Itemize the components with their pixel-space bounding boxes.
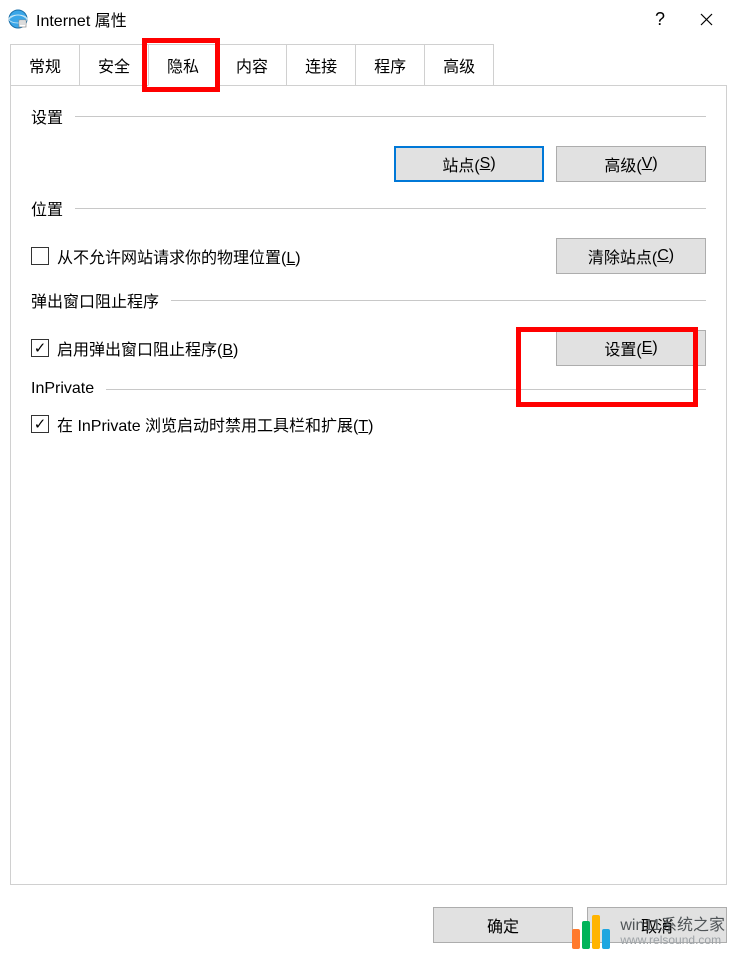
enable-popup-blocker-label: 启用弹出窗口阻止程序(B): [57, 336, 238, 360]
advanced-button[interactable]: 高级(V): [556, 146, 706, 182]
internet-options-icon: [8, 9, 28, 29]
enable-popup-blocker-row: 启用弹出窗口阻止程序(B): [31, 336, 238, 360]
popset-btn-prefix: 设置(: [604, 336, 641, 360]
divider: [75, 208, 706, 209]
clear-btn-suffix: ): [669, 247, 674, 265]
loc-label-mnemonic: L: [286, 250, 295, 267]
never-allow-location-label: 从不允许网站请求你的物理位置(L): [57, 244, 301, 268]
clear-sites-button[interactable]: 清除站点(C): [556, 238, 706, 274]
disable-toolbars-checkbox[interactable]: [31, 415, 49, 433]
location-title: 位置: [31, 196, 63, 220]
disable-toolbars-row: 在 InPrivate 浏览启动时禁用工具栏和扩展(T): [31, 412, 706, 436]
inp-label-mnemonic: T: [358, 418, 368, 435]
inp-label-prefix: 在 InPrivate 浏览启动时禁用工具栏和扩展(: [57, 418, 358, 435]
section-popup: 弹出窗口阻止程序 启用弹出窗口阻止程序(B) 设置(E): [31, 288, 706, 366]
clear-btn-prefix: 清除站点(: [588, 244, 657, 268]
divider: [75, 116, 706, 117]
titlebar: Internet 属性 ?: [0, 0, 737, 38]
popset-btn-mnemonic: E: [642, 339, 653, 357]
close-button[interactable]: [683, 4, 729, 34]
sites-btn-suffix: ): [490, 155, 495, 173]
settings-title: 设置: [31, 104, 63, 128]
section-header-popup: 弹出窗口阻止程序: [31, 288, 706, 312]
section-settings: 设置 站点(S) 高级(V): [31, 104, 706, 182]
tab-programs[interactable]: 程序: [355, 44, 425, 86]
adv-btn-suffix: ): [652, 155, 657, 173]
tab-strip: 常规 安全 隐私 内容 连接 程序 高级: [10, 44, 727, 86]
popup-title: 弹出窗口阻止程序: [31, 288, 159, 312]
divider: [106, 389, 706, 390]
adv-btn-mnemonic: V: [642, 155, 653, 173]
disable-toolbars-label: 在 InPrivate 浏览启动时禁用工具栏和扩展(T): [57, 412, 373, 436]
adv-btn-prefix: 高级(: [604, 152, 641, 176]
section-header-location: 位置: [31, 196, 706, 220]
close-icon: [700, 13, 713, 26]
inp-label-suffix: ): [368, 418, 373, 435]
window-title: Internet 属性: [36, 7, 637, 31]
inprivate-title: InPrivate: [31, 380, 94, 398]
watermark-logo-icon: [572, 915, 610, 949]
sites-btn-mnemonic: S: [480, 155, 491, 173]
popup-label-suffix: ): [233, 342, 238, 359]
settings-button-row: 站点(S) 高级(V): [31, 146, 706, 182]
tab-privacy[interactable]: 隐私: [148, 44, 218, 86]
section-location: 位置 从不允许网站请求你的物理位置(L) 清除站点(C): [31, 196, 706, 274]
popup-settings-button[interactable]: 设置(E): [556, 330, 706, 366]
section-header-inprivate: InPrivate: [31, 380, 706, 398]
tab-connections[interactable]: 连接: [286, 44, 356, 86]
popup-label-prefix: 启用弹出窗口阻止程序(: [57, 342, 222, 359]
clear-btn-mnemonic: C: [657, 247, 669, 265]
divider: [171, 300, 706, 301]
watermark-text: win11系统之家 www.relsound.com: [620, 917, 725, 948]
enable-popup-blocker-checkbox[interactable]: [31, 339, 49, 357]
popup-row: 启用弹出窗口阻止程序(B) 设置(E): [31, 330, 706, 366]
watermark: win11系统之家 www.relsound.com: [572, 915, 725, 949]
ok-button[interactable]: 确定: [433, 907, 573, 943]
never-allow-location-row: 从不允许网站请求你的物理位置(L): [31, 244, 301, 268]
watermark-title: win11系统之家: [620, 917, 725, 935]
popup-label-mnemonic: B: [222, 342, 233, 359]
sites-btn-prefix: 站点(: [442, 152, 479, 176]
tab-advanced[interactable]: 高级: [424, 44, 494, 86]
inprivate-row: 在 InPrivate 浏览启动时禁用工具栏和扩展(T): [31, 412, 706, 436]
loc-label-prefix: 从不允许网站请求你的物理位置(: [57, 250, 286, 267]
location-row: 从不允许网站请求你的物理位置(L) 清除站点(C): [31, 238, 706, 274]
popset-btn-suffix: ): [652, 339, 657, 357]
tab-content[interactable]: 内容: [217, 44, 287, 86]
tab-security[interactable]: 安全: [79, 44, 149, 86]
loc-label-suffix: ): [295, 250, 300, 267]
watermark-url: www.relsound.com: [620, 934, 725, 947]
section-header-settings: 设置: [31, 104, 706, 128]
tab-general[interactable]: 常规: [10, 44, 80, 86]
dialog-body: 常规 安全 隐私 内容 连接 程序 高级 设置 站点(S) 高级(V): [0, 44, 737, 885]
never-allow-location-checkbox[interactable]: [31, 247, 49, 265]
window-controls: ?: [637, 4, 729, 34]
section-inprivate: InPrivate 在 InPrivate 浏览启动时禁用工具栏和扩展(T): [31, 380, 706, 436]
tab-content-privacy: 设置 站点(S) 高级(V) 位置: [10, 85, 727, 885]
sites-button[interactable]: 站点(S): [394, 146, 544, 182]
help-button[interactable]: ?: [637, 4, 683, 34]
